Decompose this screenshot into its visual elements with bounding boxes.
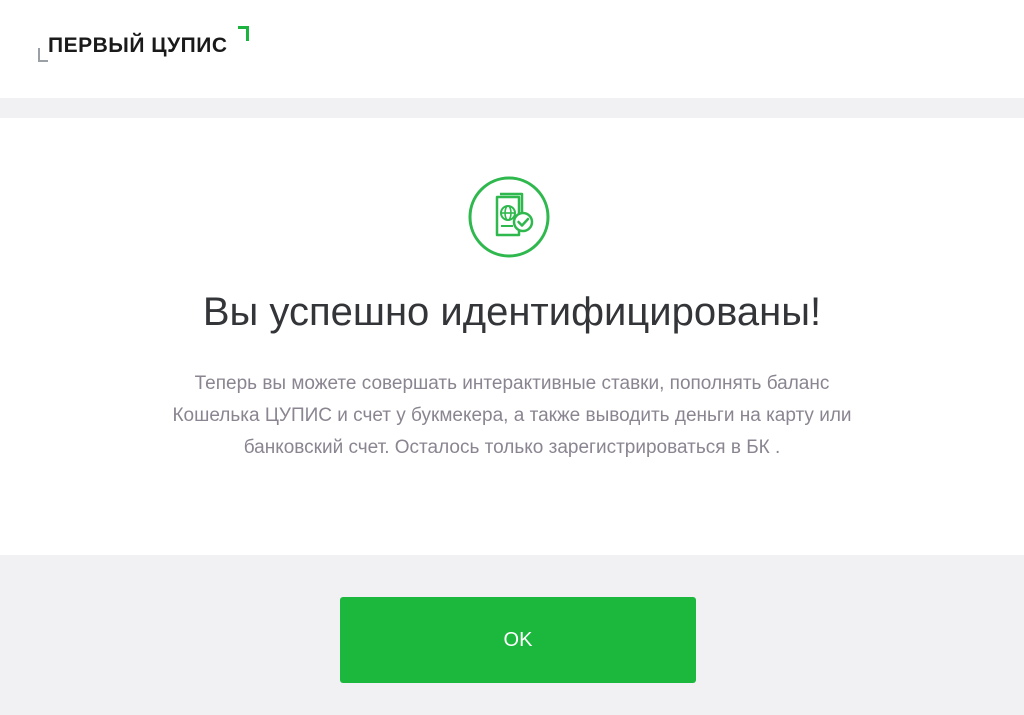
success-card: Вы успешно идентифицированы! Теперь вы м…	[0, 118, 1024, 555]
page-title: Вы успешно идентифицированы!	[202, 290, 822, 334]
ok-button[interactable]: OK	[340, 597, 696, 683]
passport-check-icon	[468, 176, 550, 258]
header: ПЕРВЫЙ ЦУПИС	[0, 0, 1024, 98]
footer: OK	[0, 555, 1024, 715]
logo[interactable]: ПЕРВЫЙ ЦУПИС	[38, 26, 268, 66]
header-divider	[0, 98, 1024, 118]
success-description: Теперь вы можете совершать интерактивные…	[172, 373, 852, 458]
logo-left-bracket	[38, 48, 48, 62]
logo-text: ПЕРВЫЙ ЦУПИС	[48, 34, 228, 57]
logo-right-bracket	[238, 26, 249, 41]
